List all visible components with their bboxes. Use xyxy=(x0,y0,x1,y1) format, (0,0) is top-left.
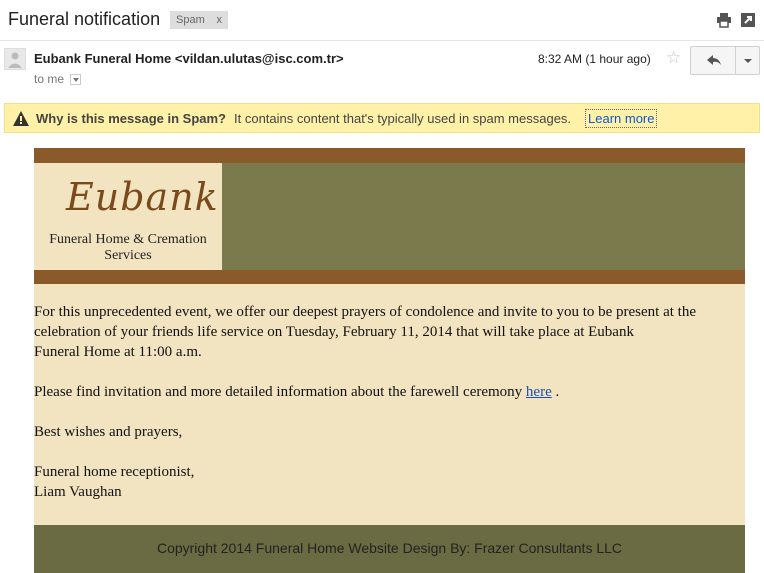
here-link[interactable]: here xyxy=(526,384,552,400)
new-window-icon[interactable] xyxy=(740,12,756,28)
spam-reason-title: Why is this message in Spam? xyxy=(36,111,226,126)
signature: Funeral home receptionist, Liam Vaughan xyxy=(34,462,734,502)
learn-more-link[interactable]: Learn more xyxy=(585,109,658,128)
warning-icon xyxy=(13,111,29,126)
more-options-button[interactable] xyxy=(735,46,760,75)
paragraph1-line2: celebration of your friends life service… xyxy=(34,324,634,340)
email-footer: Copyright 2014 Funeral Home Website Desi… xyxy=(34,525,745,573)
remove-label-button[interactable]: x xyxy=(217,11,223,29)
paragraph-invitation: For this unprecedented event, we offer o… xyxy=(34,302,734,362)
spam-label-text: Spam xyxy=(176,14,205,26)
star-icon[interactable]: ☆ xyxy=(666,48,681,68)
print-icon[interactable] xyxy=(716,12,732,28)
spam-label[interactable]: Spam x xyxy=(170,11,228,29)
avatar-icon xyxy=(4,48,26,70)
logo-subtitle: Funeral Home & Cremation Services xyxy=(34,232,222,264)
reply-button[interactable] xyxy=(690,46,736,75)
logo-subtitle-line2: Services xyxy=(104,248,152,263)
logo-subtitle-line1: Funeral Home & Cremation xyxy=(49,232,207,247)
message-time: 8:32 AM (1 hour ago) xyxy=(538,52,651,66)
sender[interactable]: Eubank Funeral Home <vildan.ulutas@isc.c… xyxy=(34,51,344,66)
sender-name: Eubank Funeral Home xyxy=(34,51,172,66)
email-header-banner: Eubank Funeral Home & Cremation Services xyxy=(34,163,745,270)
logo-name: Eubank xyxy=(66,175,219,219)
subject-bar: Funeral notification Spam x xyxy=(0,0,764,41)
top-divider-bar xyxy=(34,148,745,163)
email-body: Eubank Funeral Home & Cremation Services… xyxy=(34,148,745,573)
paragraph1-line1: For this unprecedented event, we offer o… xyxy=(34,304,696,320)
message-content: For this unprecedented event, we offer o… xyxy=(34,284,745,525)
recipient-line: to me xyxy=(34,72,82,86)
footer-copyright: Copyright 2014 Funeral Home Website Desi… xyxy=(156,540,623,556)
closing-text: Best wishes and prayers, xyxy=(34,424,183,440)
email-subject: Funeral notification xyxy=(8,9,161,29)
signature-title: Funeral home receptionist, xyxy=(34,464,195,480)
spam-reason-text: It contains content that's typically use… xyxy=(234,111,572,126)
spam-explanation-banner: Why is this message in Spam? It contains… xyxy=(4,103,760,133)
middle-divider-bar xyxy=(34,270,745,284)
paragraph1-line3: Funeral Home at 11:00 a.m. xyxy=(34,344,202,360)
paragraph-details: Please find invitation and more detailed… xyxy=(34,382,734,402)
reply-icon xyxy=(707,55,721,65)
recipient-text: to me xyxy=(34,72,65,86)
sender-email: <vildan.ulutas@isc.com.tr> xyxy=(174,51,344,66)
signature-name: Liam Vaughan xyxy=(34,484,122,500)
paragraph2-text: Please find invitation and more detailed… xyxy=(34,384,523,400)
details-dropdown-icon[interactable] xyxy=(70,74,82,86)
logo: Eubank Funeral Home & Cremation Services xyxy=(34,163,222,270)
paragraph2-end: . xyxy=(555,384,560,400)
